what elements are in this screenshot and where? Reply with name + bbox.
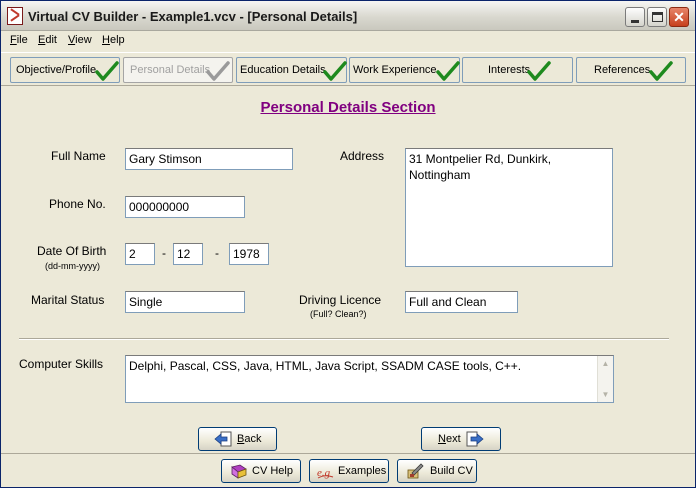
examples-icon: e.g	[317, 467, 334, 479]
examples-button[interactable]: e.g Examples	[309, 459, 389, 483]
close-button[interactable]: ✕	[669, 7, 689, 27]
check-icon	[527, 61, 551, 81]
close-icon: ✕	[673, 9, 685, 25]
title-bar[interactable]: Virtual CV Builder - Example1.vcv - [Per…	[1, 1, 695, 31]
skills-scrollbar[interactable]: ▲ ▼	[597, 356, 613, 402]
examples-label: Examples	[338, 465, 387, 477]
minimize-button[interactable]	[625, 7, 645, 27]
dob-month-field[interactable]: 12	[173, 243, 203, 265]
dob-year-field[interactable]: 1978	[229, 243, 269, 265]
computer-skills-label: Computer Skills	[19, 357, 104, 371]
full-name-field[interactable]: Gary Stimson	[125, 148, 293, 170]
maximize-button[interactable]	[647, 7, 667, 27]
driving-licence-field[interactable]: Full and Clean	[405, 291, 518, 313]
menu-view[interactable]: View	[68, 34, 92, 46]
footer-bar: CV Help e.g Examples Build CV	[1, 453, 695, 487]
driving-licence-label: Driving Licence	[299, 293, 382, 307]
section-heading: Personal Details Section	[260, 99, 436, 116]
check-icon	[649, 61, 673, 81]
tab-references[interactable]: References	[576, 57, 686, 83]
next-label: ext	[445, 433, 461, 445]
address-label: Address	[340, 149, 385, 163]
scroll-down-icon[interactable]: ▼	[598, 387, 613, 402]
app-icon	[7, 7, 23, 25]
check-icon	[206, 61, 230, 81]
full-name-label: Full Name	[51, 149, 106, 163]
phone-label: Phone No.	[49, 197, 106, 211]
build-cv-label: Build CV	[430, 465, 473, 477]
tab-label: Personal Details	[130, 64, 211, 76]
menu-file-accel: F	[10, 34, 17, 46]
section-divider	[19, 338, 669, 340]
next-arrow-icon	[466, 431, 484, 447]
driving-licence-hint: (Full? Clean?)	[310, 309, 367, 319]
maximize-icon	[652, 12, 663, 22]
address-field[interactable]: 31 Montpelier Rd, Dunkirk, Nottingham	[405, 148, 613, 267]
tab-label: Education Details	[240, 64, 326, 76]
dob-separator: -	[215, 246, 219, 260]
window-title: Virtual CV Builder - Example1.vcv - [Per…	[28, 9, 358, 24]
next-accel: N	[438, 433, 446, 445]
build-cv-button[interactable]: Build CV	[397, 459, 477, 483]
check-icon	[95, 61, 119, 81]
tab-label: Objective/Profile	[16, 64, 97, 76]
computer-skills-field[interactable]: Delphi, Pascal, CSS, Java, HTML, Java Sc…	[125, 355, 614, 403]
tab-label: References	[594, 64, 651, 76]
tab-label: Interests	[488, 64, 531, 76]
computer-skills-text: Delphi, Pascal, CSS, Java, HTML, Java Sc…	[129, 359, 522, 373]
menu-help-accel: H	[102, 34, 110, 46]
back-arrow-icon	[214, 431, 232, 447]
menu-edit[interactable]: Edit	[38, 34, 57, 46]
check-icon	[323, 61, 347, 81]
tab-personal-details[interactable]: Personal Details	[123, 57, 233, 83]
menu-view-label: iew	[75, 34, 92, 46]
section-tab-bar: Objective/Profile Personal Details Educa…	[1, 52, 695, 86]
menu-bar: File Edit View Help	[1, 31, 695, 51]
cv-help-label: CV Help	[252, 465, 293, 477]
menu-help[interactable]: Help	[102, 34, 125, 46]
tab-label: Work Experience	[353, 64, 437, 76]
menu-edit-label: dit	[45, 34, 57, 46]
tab-objective-profile[interactable]: Objective/Profile	[10, 57, 120, 83]
app-window: Virtual CV Builder - Example1.vcv - [Per…	[0, 0, 696, 488]
check-icon	[436, 61, 460, 81]
menu-file[interactable]: File	[10, 34, 28, 46]
back-label: ack	[244, 433, 262, 445]
phone-field[interactable]: 000000000	[125, 196, 245, 218]
dob-separator: -	[162, 246, 166, 260]
menu-help-label: elp	[109, 34, 125, 46]
menu-file-label: ile	[16, 34, 28, 46]
cv-help-button[interactable]: CV Help	[221, 459, 301, 483]
tab-education-details[interactable]: Education Details	[236, 57, 347, 83]
minimize-icon	[631, 20, 639, 23]
marital-status-field[interactable]: Single	[125, 291, 245, 313]
tab-interests[interactable]: Interests	[462, 57, 573, 83]
help-book-icon	[231, 464, 247, 479]
dob-day-field[interactable]: 2	[125, 243, 155, 265]
build-tools-icon	[407, 463, 424, 479]
tab-work-experience[interactable]: Work Experience	[349, 57, 460, 83]
scroll-up-icon[interactable]: ▲	[598, 356, 613, 371]
marital-status-label: Marital Status	[31, 293, 105, 307]
back-button[interactable]: Back	[198, 427, 277, 451]
dob-label: Date Of Birth	[37, 244, 107, 258]
next-button[interactable]: Next	[421, 427, 501, 451]
dob-format-hint: (dd-mm-yyyy)	[45, 261, 100, 271]
